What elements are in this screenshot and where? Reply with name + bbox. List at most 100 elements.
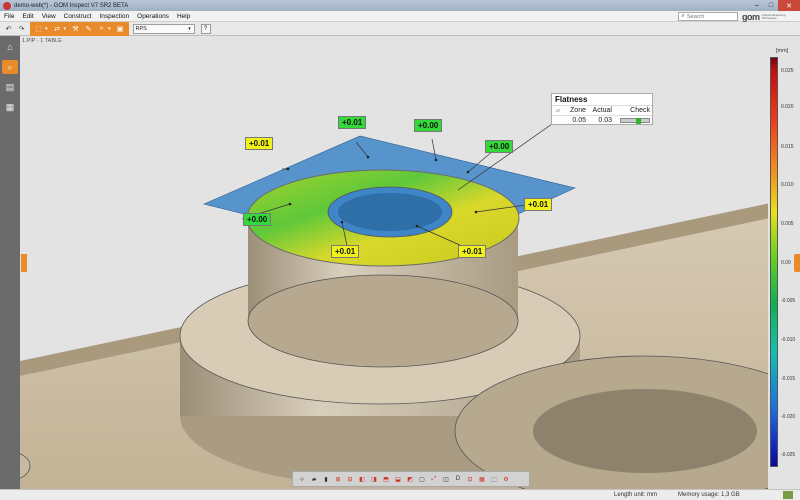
main-toolbar: ↶ ↷ ⬚ ▾ ⇄ ▾ ⚒ ✎ ⌕ ▾ ▣ RPS ▾ ?: [0, 21, 800, 36]
status-bar: Length unit: mm Memory usage: 1,3 GB: [0, 489, 800, 500]
colorbar-tick: -0.025: [781, 452, 796, 458]
deviation-label[interactable]: +0.01: [458, 245, 487, 258]
menu-view[interactable]: View: [38, 13, 60, 20]
select-tool-icon[interactable]: ⬚: [33, 24, 44, 34]
undo-group: ↶ ↷: [0, 22, 30, 36]
3d-viewport[interactable]: 1.PIP · 1 TABLE: [20, 36, 780, 489]
logo-tagline: Optical Measuring Techniques: [761, 13, 786, 21]
view-back-icon[interactable]: ⊟: [345, 474, 355, 484]
layer-icon[interactable]: ▮: [321, 474, 331, 484]
menu-edit[interactable]: Edit: [18, 13, 37, 20]
colorbar-tick: -0.020: [781, 414, 796, 420]
length-unit: Length unit: mm: [614, 492, 658, 498]
colorbar-tick: 0.00: [781, 260, 791, 266]
menu-bar: File Edit View Construct Inspection Oper…: [0, 11, 800, 22]
check-marker: [636, 117, 641, 124]
tools-group: ⬚ ▾ ⇄ ▾ ⚒ ✎ ⌕ ▾ ▣: [30, 21, 129, 36]
measure-tool-icon[interactable]: ⚒: [70, 24, 81, 34]
align-tool-icon[interactable]: ⇄: [52, 24, 63, 34]
menu-file[interactable]: File: [0, 13, 18, 20]
deviation-label[interactable]: +0.01: [245, 137, 274, 150]
grid-icon[interactable]: ▦: [477, 474, 487, 484]
deviation-label[interactable]: +0.00: [485, 140, 514, 153]
view-front-icon[interactable]: ⊞: [333, 474, 343, 484]
deviation-label[interactable]: +0.01: [338, 116, 367, 129]
report-icon[interactable]: ▤: [2, 80, 18, 94]
menu-help[interactable]: Help: [173, 13, 194, 20]
colorbar-tick: -0.005: [781, 298, 796, 304]
colorbar-tick: 0.020: [781, 104, 794, 110]
eraser-icon[interactable]: ▰: [309, 474, 319, 484]
cube-icon[interactable]: ◫: [441, 474, 451, 484]
alignment-select[interactable]: RPS ▾: [132, 23, 195, 34]
alignment-select-value: RPS: [135, 25, 147, 32]
search-box: ⌕: [678, 12, 738, 21]
colorbar-gradient: [770, 57, 778, 467]
close-button[interactable]: ✕: [778, 0, 800, 11]
header-actual: Actual: [592, 107, 612, 114]
view-iso-icon[interactable]: ◩: [405, 474, 415, 484]
view-top-icon[interactable]: ⬒: [381, 474, 391, 484]
breadcrumb: 1.PIP · 1 TABLE: [22, 38, 62, 44]
colorbar-unit: [mm]: [776, 48, 789, 54]
view-left-icon[interactable]: ◧: [357, 474, 367, 484]
dimension-icon[interactable]: ⊡: [465, 474, 475, 484]
deviation-label[interactable]: +0.01: [524, 198, 553, 211]
view-right-icon[interactable]: ◨: [369, 474, 379, 484]
title-bar: demo-web(*) - GOM Inspect V7 SR2 BETA – …: [0, 0, 800, 11]
pin-icon[interactable]: ⊹: [297, 474, 307, 484]
logo-brand: gom: [742, 12, 760, 22]
deviation-label[interactable]: +0.00: [243, 213, 272, 226]
check-cell: [612, 117, 652, 124]
header-zone: Zone: [570, 107, 586, 114]
minimize-button[interactable]: –: [750, 0, 764, 11]
window-title: demo-web(*) - GOM Inspect V7 SR2 BETA: [14, 2, 129, 9]
colorbar-tick: 0.015: [781, 144, 794, 150]
fit-icon[interactable]: ⤢: [429, 474, 439, 484]
search-input[interactable]: [687, 13, 737, 20]
window-controls: – □ ✕: [750, 0, 800, 11]
flatness-panel[interactable]: Flatness ▱ Zone Actual Check 0.05 0.03: [551, 93, 653, 125]
menu-operations[interactable]: Operations: [133, 13, 173, 20]
settings-icon[interactable]: ⚙: [501, 474, 511, 484]
snapshot-icon[interactable]: ▣: [115, 24, 126, 34]
colorbar-tick: 0.005: [781, 221, 794, 227]
frame-icon[interactable]: ▢: [417, 474, 427, 484]
table-icon[interactable]: ▦: [2, 100, 18, 114]
menu-inspection[interactable]: Inspection: [96, 13, 134, 20]
help-button[interactable]: ?: [200, 23, 211, 34]
zoom-tool-icon[interactable]: ⌕: [96, 24, 107, 34]
flatness-table: ▱ Zone Actual Check 0.05 0.03: [552, 105, 652, 125]
view-bottom-icon[interactable]: ⬓: [393, 474, 403, 484]
expand-icon[interactable]: ⬚: [489, 474, 499, 484]
search-tool-icon[interactable]: ⌕: [2, 60, 18, 74]
search-icon: ⌕: [681, 13, 685, 19]
scene-canvas: [20, 36, 780, 489]
check-bar: [620, 117, 650, 124]
view-toolbar: ⊹ ▰ ▮ ⊞ ⊟ ◧ ◨ ⬒ ⬓ ◩ ▢ ⤢ ◫ D ⊡ ▦ ⬚ ⚙: [292, 471, 530, 487]
colorbar-tick: -0.015: [781, 376, 796, 382]
header-check: Check: [630, 107, 650, 114]
colorbar-tick: 0.010: [781, 182, 794, 188]
dx-icon[interactable]: D: [453, 474, 463, 484]
left-panel-handle[interactable]: [21, 254, 27, 272]
app-icon: [3, 1, 11, 10]
menu-construct[interactable]: Construct: [60, 13, 96, 20]
logo-tagline-2: Techniques: [761, 16, 777, 20]
maximize-button[interactable]: □: [764, 0, 778, 11]
gom-logo: gom Optical Measuring Techniques: [742, 12, 796, 22]
colorbar-tick: -0.010: [781, 337, 796, 343]
deviation-label[interactable]: +0.01: [331, 245, 360, 258]
home-icon[interactable]: ⌂: [2, 40, 18, 54]
flatness-value-row: 0.05 0.03: [552, 115, 652, 125]
flatness-title: Flatness: [555, 95, 588, 104]
deviation-label[interactable]: +0.00: [414, 119, 443, 132]
resize-grip-icon[interactable]: [783, 491, 793, 499]
zone-value: 0.05: [572, 117, 586, 124]
redo-icon[interactable]: ↷: [16, 24, 27, 34]
left-sidebar: ⌂ ⌕ ▤ ▦: [0, 36, 20, 489]
label-tool-icon[interactable]: ✎: [83, 24, 94, 34]
undo-icon[interactable]: ↶: [3, 24, 14, 34]
right-panel-handle[interactable]: [794, 254, 800, 272]
memory-usage: Memory usage: 1,3 GB: [678, 492, 740, 498]
